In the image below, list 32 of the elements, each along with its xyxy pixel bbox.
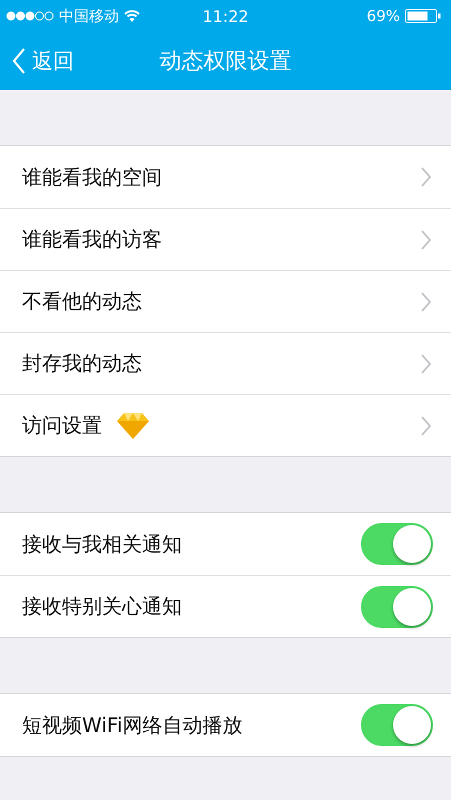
settings-row[interactable]: 谁能看我的访客 [0, 208, 451, 270]
toggle-switch[interactable] [361, 586, 433, 628]
chevron-right-icon [421, 416, 431, 436]
carrier-name: 中国移动 [59, 6, 119, 26]
toggle-row[interactable]: 短视频WiFi网络自动播放 [0, 694, 451, 756]
battery-percent: 69% [366, 7, 400, 25]
chevron-right-icon [421, 167, 431, 187]
row-label: 封存我的动态 [22, 350, 142, 377]
row-label: 访问设置 [22, 412, 102, 439]
signal-icon [6, 11, 54, 21]
settings-row[interactable]: 谁能看我的空间 [0, 146, 451, 208]
row-label: 短视频WiFi网络自动播放 [22, 712, 242, 738]
row-label: 谁能看我的空间 [22, 164, 162, 190]
row-label: 接收特别关心通知 [22, 593, 182, 620]
status-time: 11:22 [202, 6, 249, 26]
settings-row[interactable]: 封存我的动态 [0, 332, 451, 394]
chevron-left-icon [12, 48, 26, 74]
toggle-row[interactable]: 接收特别关心通知 [0, 575, 451, 637]
row-label: 谁能看我的访客 [22, 226, 162, 253]
toggle-row[interactable]: 接收与我相关通知 [0, 513, 451, 575]
row-label: 不看他的动态 [22, 288, 142, 315]
chevron-right-icon [421, 354, 431, 374]
toggle-switch[interactable] [361, 523, 433, 565]
settings-row[interactable]: 不看他的动态 [0, 270, 451, 332]
toggle-switch[interactable] [361, 704, 433, 746]
settings-row[interactable]: 访问设置 [0, 394, 451, 456]
page-title: 动态权限设置 [160, 48, 292, 76]
chevron-right-icon [421, 292, 431, 312]
wifi-icon [124, 10, 140, 22]
chevron-right-icon [421, 230, 431, 250]
battery-icon [405, 9, 441, 23]
row-label: 接收与我相关通知 [22, 530, 182, 558]
